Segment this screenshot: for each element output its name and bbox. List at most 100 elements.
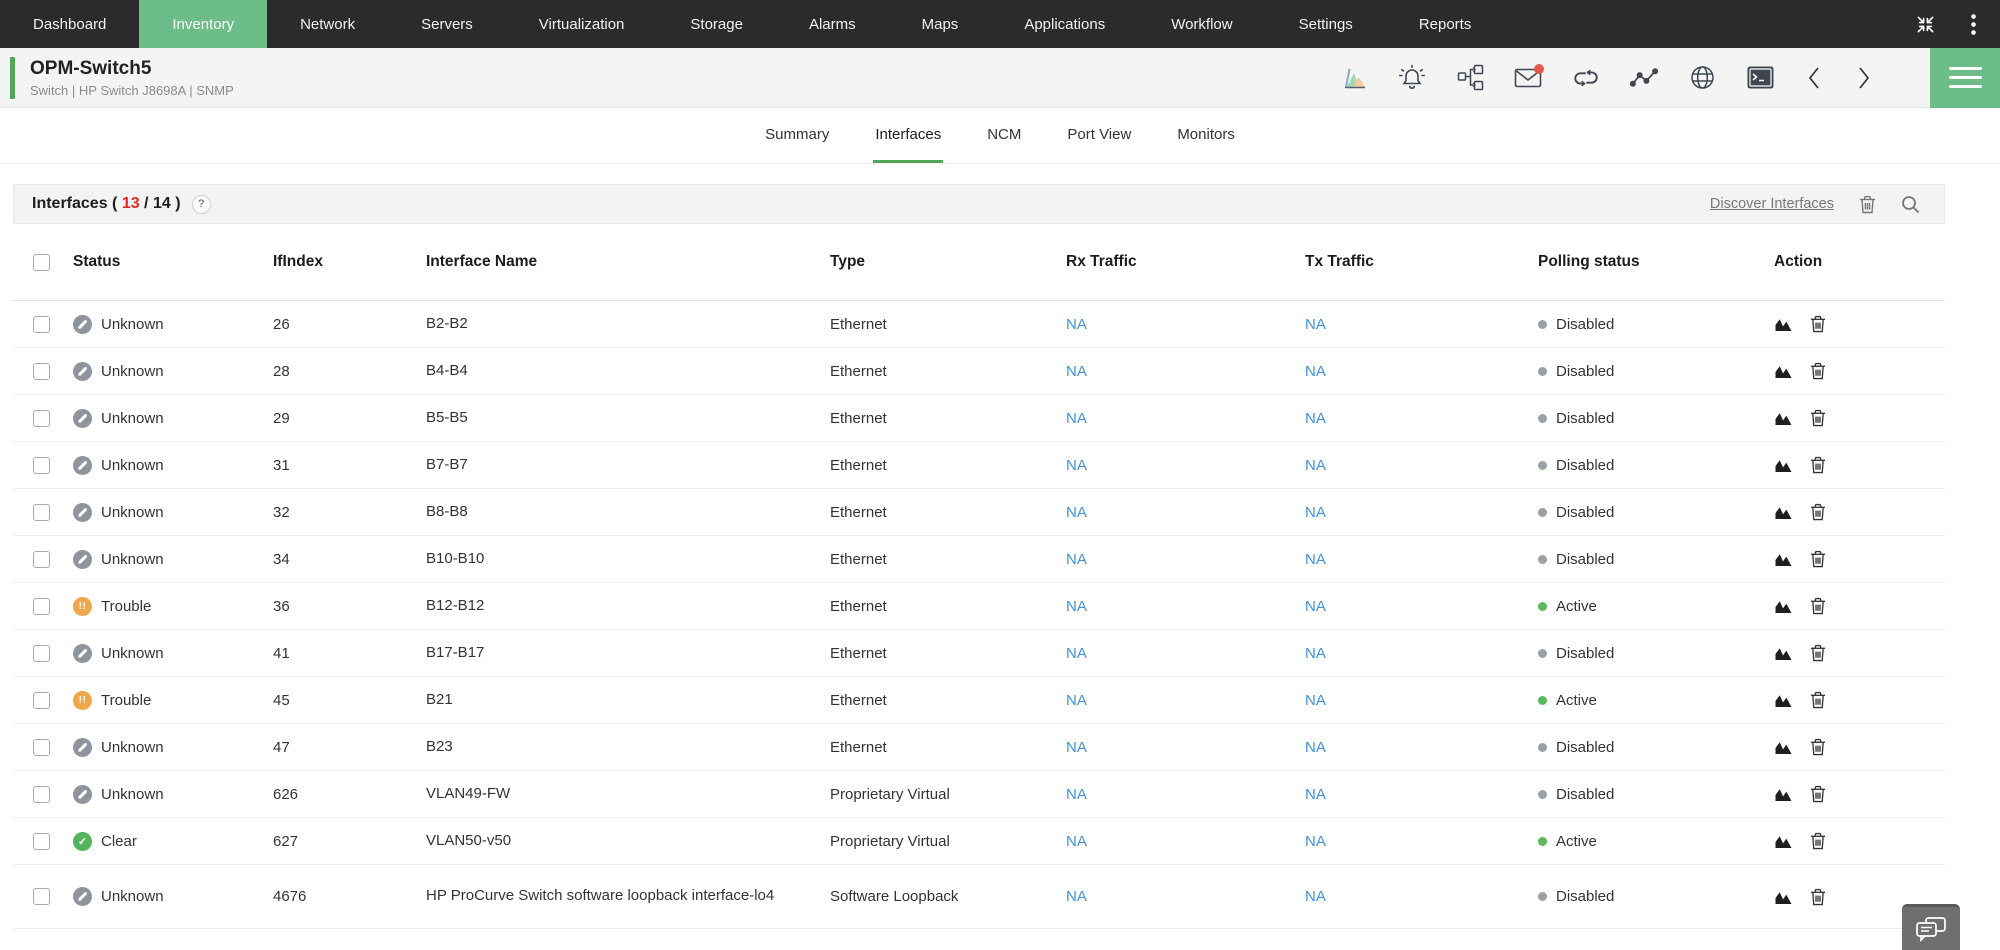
tx-traffic-link[interactable]: NA: [1305, 888, 1326, 905]
globe-icon[interactable]: [1688, 64, 1716, 92]
row-checkbox[interactable]: [33, 316, 50, 333]
row-checkbox[interactable]: [33, 692, 50, 709]
traffic-graph-icon[interactable]: [1774, 503, 1793, 522]
row-checkbox[interactable]: [33, 786, 50, 803]
row-checkbox[interactable]: [33, 363, 50, 380]
traffic-graph-icon[interactable]: [1774, 644, 1793, 663]
tx-traffic-link[interactable]: NA: [1305, 316, 1326, 333]
delete-row-icon[interactable]: [1808, 691, 1827, 710]
nav-item-applications[interactable]: Applications: [991, 0, 1138, 48]
row-checkbox[interactable]: [33, 598, 50, 615]
search-icon[interactable]: [1900, 194, 1920, 214]
row-checkbox[interactable]: [33, 504, 50, 521]
traffic-graph-icon[interactable]: [1774, 597, 1793, 616]
row-checkbox[interactable]: [33, 739, 50, 756]
tx-traffic-link[interactable]: NA: [1305, 410, 1326, 427]
workflow-topology-icon[interactable]: [1456, 64, 1484, 92]
select-all-checkbox[interactable]: [33, 254, 50, 271]
delete-row-icon[interactable]: [1808, 409, 1827, 428]
collapse-icon[interactable]: [1914, 13, 1936, 35]
traffic-graph-icon[interactable]: [1774, 456, 1793, 475]
tab-interfaces[interactable]: Interfaces: [873, 108, 943, 163]
performance-graph-icon[interactable]: [1340, 64, 1368, 92]
row-checkbox[interactable]: [33, 410, 50, 427]
chevron-right-icon[interactable]: [1854, 65, 1874, 91]
delete-row-icon[interactable]: [1808, 832, 1827, 851]
nav-item-settings[interactable]: Settings: [1266, 0, 1386, 48]
row-checkbox[interactable]: [33, 645, 50, 662]
tx-traffic-link[interactable]: NA: [1305, 833, 1326, 850]
tx-traffic-link[interactable]: NA: [1305, 551, 1326, 568]
row-checkbox[interactable]: [33, 833, 50, 850]
chevron-left-icon[interactable]: [1804, 65, 1824, 91]
nav-item-alarms[interactable]: Alarms: [776, 0, 889, 48]
tx-traffic-link[interactable]: NA: [1305, 786, 1326, 803]
traffic-graph-icon[interactable]: [1774, 832, 1793, 851]
rx-traffic-link[interactable]: NA: [1066, 410, 1087, 427]
mail-notification-icon[interactable]: [1514, 64, 1542, 92]
rx-traffic-link[interactable]: NA: [1066, 786, 1087, 803]
nav-item-reports[interactable]: Reports: [1386, 0, 1505, 48]
discover-interfaces-link[interactable]: Discover Interfaces: [1710, 196, 1834, 212]
traffic-graph-icon[interactable]: [1774, 409, 1793, 428]
traffic-graph-icon[interactable]: [1774, 315, 1793, 334]
row-checkbox[interactable]: [33, 457, 50, 474]
rx-traffic-link[interactable]: NA: [1066, 739, 1087, 756]
delete-row-icon[interactable]: [1808, 550, 1827, 569]
nav-item-maps[interactable]: Maps: [889, 0, 992, 48]
traffic-graph-icon[interactable]: [1774, 691, 1793, 710]
tx-traffic-link[interactable]: NA: [1305, 645, 1326, 662]
traffic-graph-icon[interactable]: [1774, 738, 1793, 757]
nav-item-network[interactable]: Network: [267, 0, 388, 48]
rx-traffic-link[interactable]: NA: [1066, 598, 1087, 615]
traffic-graph-icon[interactable]: [1774, 887, 1793, 906]
nav-item-storage[interactable]: Storage: [657, 0, 776, 48]
hamburger-menu-icon[interactable]: [1930, 48, 2000, 108]
rx-traffic-link[interactable]: NA: [1066, 888, 1087, 905]
delete-row-icon[interactable]: [1808, 738, 1827, 757]
tab-summary[interactable]: Summary: [763, 108, 831, 163]
delete-row-icon[interactable]: [1808, 456, 1827, 475]
delete-row-icon[interactable]: [1808, 503, 1827, 522]
tab-port-view[interactable]: Port View: [1065, 108, 1133, 163]
delete-row-icon[interactable]: [1808, 644, 1827, 663]
nav-item-virtualization[interactable]: Virtualization: [506, 0, 658, 48]
delete-row-icon[interactable]: [1808, 785, 1827, 804]
rx-traffic-link[interactable]: NA: [1066, 833, 1087, 850]
traffic-graph-icon[interactable]: [1774, 785, 1793, 804]
tx-traffic-link[interactable]: NA: [1305, 504, 1326, 521]
alarm-bell-icon[interactable]: [1398, 64, 1426, 92]
nav-item-workflow[interactable]: Workflow: [1138, 0, 1265, 48]
traffic-graph-icon[interactable]: [1774, 550, 1793, 569]
tab-ncm[interactable]: NCM: [985, 108, 1023, 163]
delete-row-icon[interactable]: [1808, 887, 1827, 906]
delete-row-icon[interactable]: [1808, 362, 1827, 381]
rx-traffic-link[interactable]: NA: [1066, 504, 1087, 521]
tx-traffic-link[interactable]: NA: [1305, 457, 1326, 474]
tx-traffic-link[interactable]: NA: [1305, 598, 1326, 615]
row-checkbox[interactable]: [33, 551, 50, 568]
tx-traffic-link[interactable]: NA: [1305, 739, 1326, 756]
rx-traffic-link[interactable]: NA: [1066, 551, 1087, 568]
tx-traffic-link[interactable]: NA: [1305, 363, 1326, 380]
row-checkbox[interactable]: [33, 888, 50, 905]
chat-widget[interactable]: [1902, 904, 1960, 950]
delete-row-icon[interactable]: [1808, 597, 1827, 616]
delete-row-icon[interactable]: [1808, 315, 1827, 334]
kebab-menu-icon[interactable]: [1962, 13, 1984, 35]
trash-icon[interactable]: [1857, 194, 1877, 214]
tx-traffic-link[interactable]: NA: [1305, 692, 1326, 709]
traffic-graph-icon[interactable]: [1774, 362, 1793, 381]
nav-item-servers[interactable]: Servers: [388, 0, 506, 48]
rx-traffic-link[interactable]: NA: [1066, 692, 1087, 709]
nav-item-dashboard[interactable]: Dashboard: [0, 0, 139, 48]
rx-traffic-link[interactable]: NA: [1066, 457, 1087, 474]
line-chart-icon[interactable]: [1630, 64, 1658, 92]
rx-traffic-link[interactable]: NA: [1066, 363, 1087, 380]
sync-loop-icon[interactable]: [1572, 64, 1600, 92]
terminal-icon[interactable]: [1746, 64, 1774, 92]
nav-item-inventory[interactable]: Inventory: [139, 0, 267, 48]
rx-traffic-link[interactable]: NA: [1066, 645, 1087, 662]
tab-monitors[interactable]: Monitors: [1175, 108, 1237, 163]
help-icon[interactable]: ?: [192, 195, 211, 214]
